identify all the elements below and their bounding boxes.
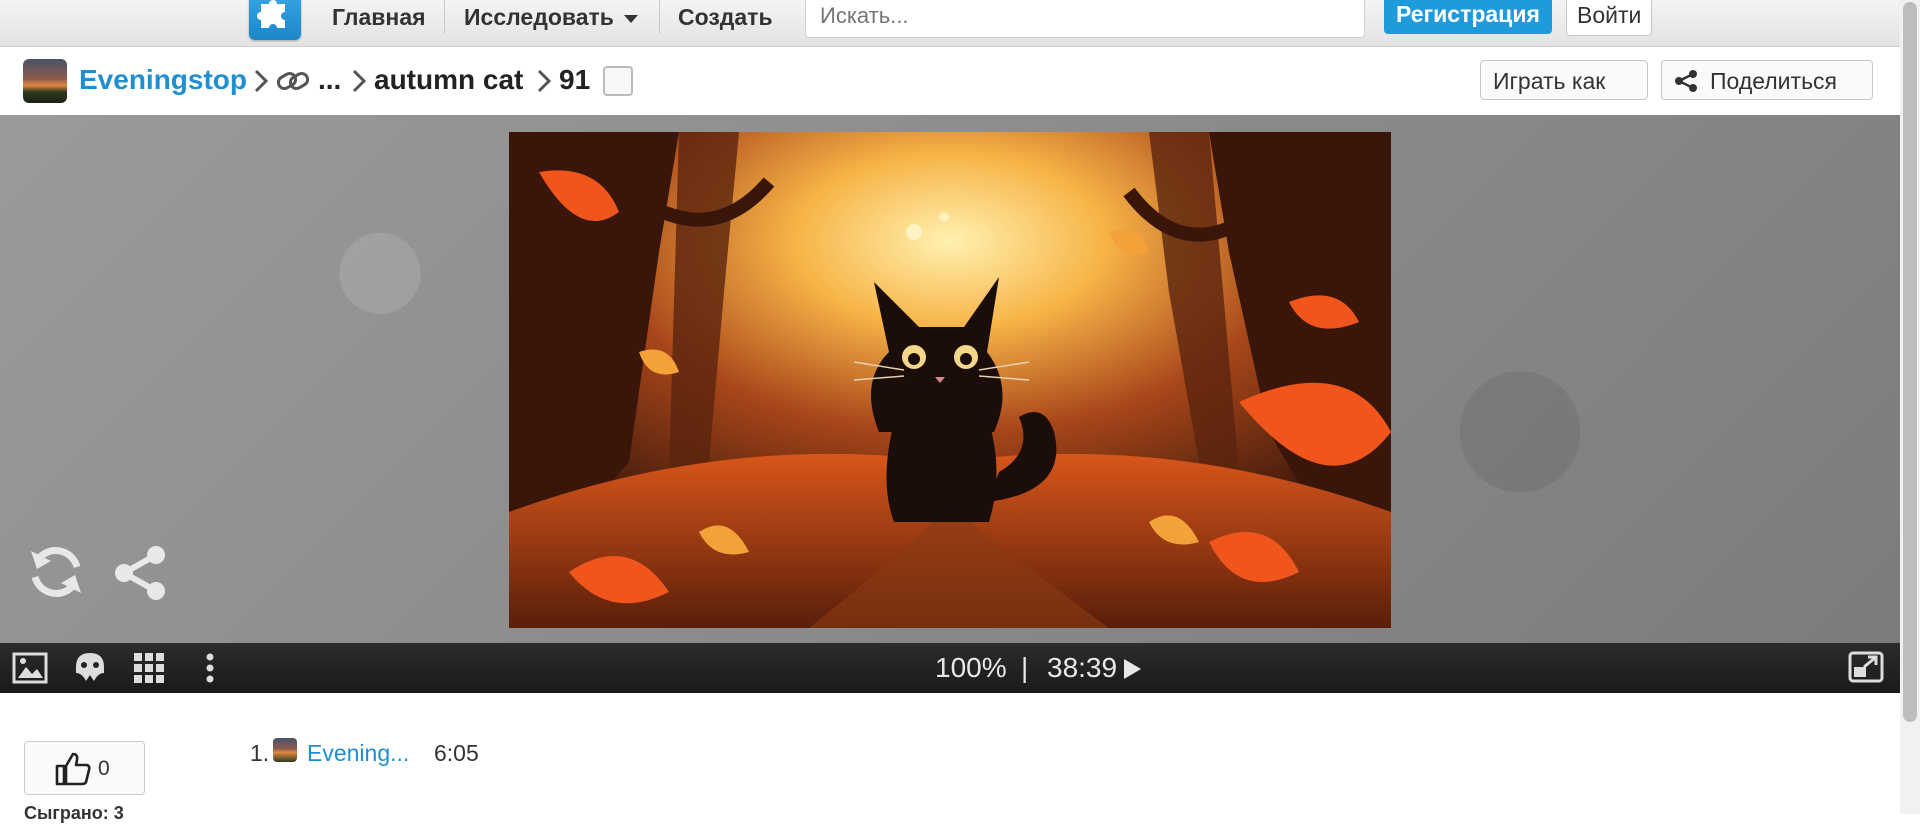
- thumbs-up-icon: [55, 752, 91, 786]
- scrollbar-thumb[interactable]: [1903, 2, 1917, 722]
- piece-count: 91: [559, 64, 591, 95]
- chevron-right-icon: [254, 69, 268, 93]
- more-vertical-icon[interactable]: [202, 651, 218, 685]
- nav-divider: [659, 0, 660, 34]
- fullscreen-icon[interactable]: [1848, 651, 1884, 683]
- like-count: 0: [98, 757, 110, 780]
- leaderboard-player-link[interactable]: Evening...: [307, 740, 409, 767]
- login-button[interactable]: Войти: [1566, 0, 1653, 36]
- search-input[interactable]: [805, 0, 1365, 38]
- breadcrumb-collection[interactable]: autumn cat: [374, 63, 523, 97]
- like-button[interactable]: [24, 741, 145, 795]
- chevron-right-icon: [352, 69, 366, 93]
- leaderboard-time: 6:05: [434, 740, 479, 766]
- puzzle-stage[interactable]: [0, 115, 1900, 643]
- breadcrumb: Eveningstop ... autumn cat 91 Играть как…: [0, 47, 1900, 127]
- puzzle-image[interactable]: [509, 132, 1391, 628]
- chevron-down-icon: [623, 14, 638, 23]
- avatar[interactable]: [23, 59, 67, 103]
- image-icon[interactable]: [12, 651, 48, 685]
- leaderboard-rank: 1.: [250, 740, 270, 766]
- register-button[interactable]: Регистрация: [1384, 0, 1552, 34]
- nav-divider: [444, 0, 445, 34]
- chevron-right-icon: [537, 69, 551, 93]
- player-toolbar: 100% | 38:39: [0, 643, 1900, 693]
- nav-explore[interactable]: Исследовать: [464, 0, 638, 34]
- grid-icon[interactable]: [132, 651, 166, 685]
- zoom-level: 100%: [935, 652, 1007, 683]
- separator: |: [1021, 652, 1029, 683]
- top-navbar: Главная Исследовать Создать Регистрация …: [0, 0, 1900, 47]
- avatar: [273, 738, 297, 762]
- play-as-label: Играть как: [1493, 68, 1606, 94]
- share-icon[interactable]: [112, 545, 168, 601]
- nav-explore-label: Исследовать: [464, 4, 614, 30]
- share-label: Поделиться: [1710, 68, 1838, 94]
- share-dropdown[interactable]: Поделиться: [1661, 60, 1873, 127]
- play-icon[interactable]: [1122, 658, 1142, 680]
- nav-home[interactable]: Главная: [332, 0, 426, 34]
- link-icon: [276, 72, 310, 90]
- ghost-icon[interactable]: [72, 651, 108, 685]
- nav-create[interactable]: Создать: [678, 0, 773, 34]
- pieces-checkbox[interactable]: [603, 66, 633, 96]
- breadcrumb-user[interactable]: Eveningstop: [79, 63, 247, 97]
- timer: 38:39: [1047, 652, 1118, 683]
- share-icon: [1675, 70, 1697, 92]
- breadcrumb-ellipsis[interactable]: ...: [318, 63, 341, 97]
- refresh-icon[interactable]: [27, 543, 85, 601]
- puzzle-logo-icon[interactable]: [249, 0, 301, 40]
- play-as-dropdown[interactable]: Играть как: [1480, 60, 1648, 127]
